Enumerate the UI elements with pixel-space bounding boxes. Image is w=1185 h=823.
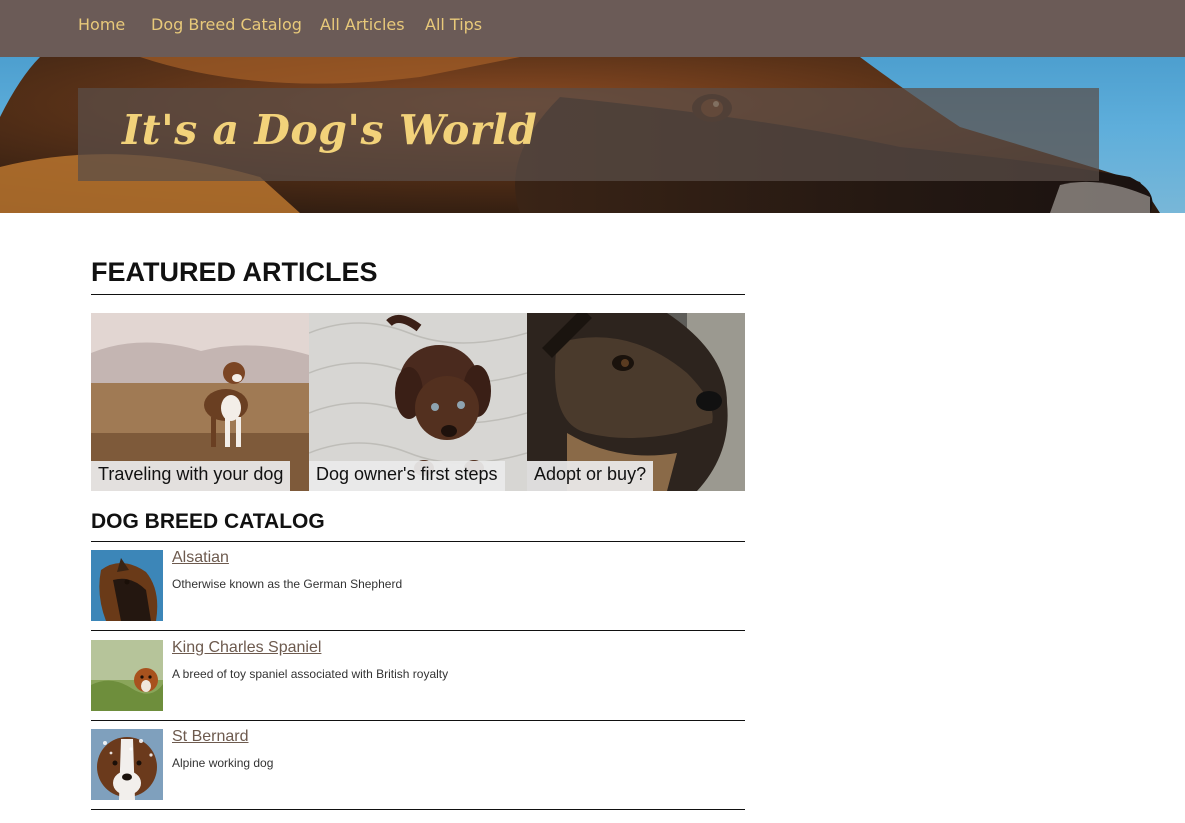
breed-list-item-king-charles-spaniel: King Charles Spaniel A breed of toy span… <box>91 631 745 721</box>
king-charles-spaniel-thumbnail[interactable] <box>91 640 163 711</box>
article-card-label: Traveling with your dog <box>91 461 291 491</box>
nav-link-dog-breed-catalog[interactable]: Dog Breed Catalog <box>151 15 302 34</box>
breed-description: Alpine working dog <box>172 756 274 770</box>
article-card-first-steps[interactable]: Dog owner's first steps <box>309 313 527 491</box>
breed-list-item-st-bernard: St Bernard Alpine working dog <box>91 720 745 810</box>
nav-link-all-articles[interactable]: All Articles <box>320 15 405 34</box>
breed-name-link[interactable]: King Charles Spaniel <box>172 639 321 657</box>
st-bernard-thumbnail[interactable] <box>91 729 163 800</box>
article-card-traveling[interactable]: Traveling with your dog <box>91 313 309 491</box>
breed-name-link[interactable]: St Bernard <box>172 728 248 746</box>
breed-description: A breed of toy spaniel associated with B… <box>172 667 449 681</box>
hero-banner: It's a Dog's World <box>0 57 1185 213</box>
king-charles-spaniel-photo <box>91 640 163 711</box>
nav-link-all-tips[interactable]: All Tips <box>425 15 482 34</box>
alsatian-thumbnail[interactable] <box>91 550 163 621</box>
dog-breed-catalog-heading: DOG BREED CATALOG <box>91 510 325 533</box>
site-title: It's a Dog's World <box>122 106 538 154</box>
article-card-label: Dog owner's first steps <box>309 461 505 491</box>
breed-description: Otherwise known as the German Shepherd <box>172 577 403 591</box>
nav-link-home[interactable]: Home <box>78 15 125 34</box>
breed-list-item-alsatian: Alsatian Otherwise known as the German S… <box>91 541 745 631</box>
top-navigation: Home Dog Breed Catalog All Articles All … <box>0 0 1185 57</box>
alsatian-photo <box>91 550 163 621</box>
section-divider <box>91 294 745 295</box>
st-bernard-photo <box>91 729 163 800</box>
hero-title-band: It's a Dog's World <box>78 88 1099 181</box>
featured-articles-heading: FEATURED ARTICLES <box>91 257 378 287</box>
breed-name-link[interactable]: Alsatian <box>172 549 229 567</box>
article-card-label: Adopt or buy? <box>527 461 654 491</box>
article-card-adopt-or-buy[interactable]: Adopt or buy? <box>527 313 745 491</box>
